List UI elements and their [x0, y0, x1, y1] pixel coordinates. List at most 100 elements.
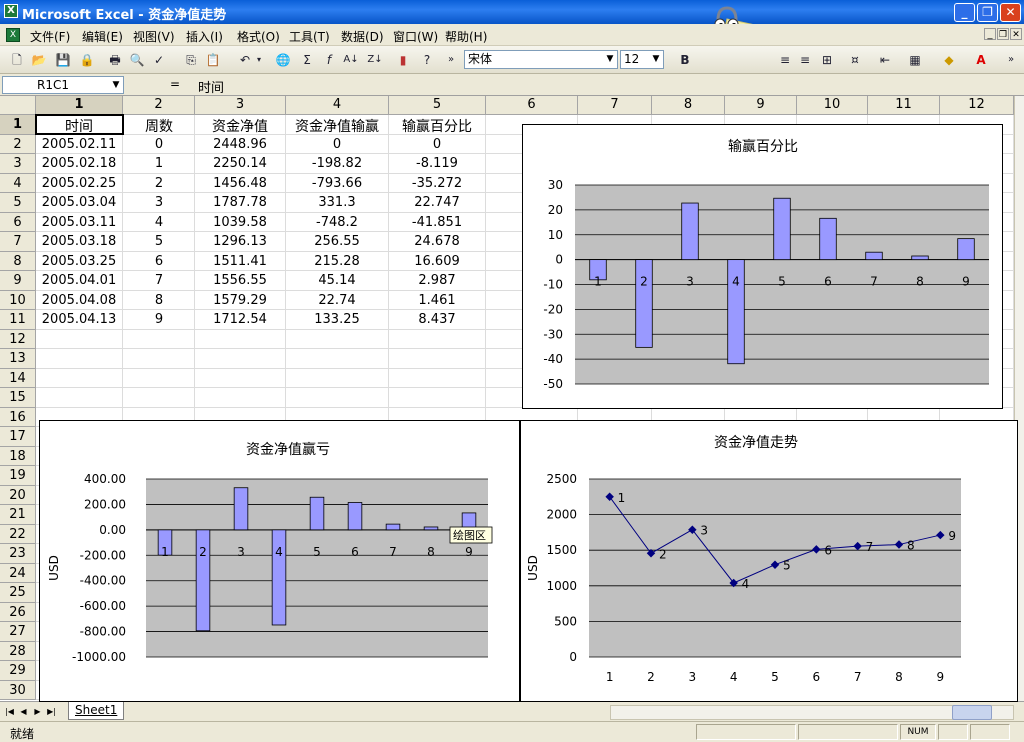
sort-descending-icon[interactable]: Z↓	[366, 51, 384, 69]
row-header[interactable]: 27	[0, 622, 36, 642]
menu-window[interactable]: 窗口(W)	[393, 28, 438, 45]
function-icon[interactable]: f	[320, 51, 338, 69]
row-header[interactable]: 28	[0, 641, 36, 661]
merge-center-icon[interactable]: ⊞	[818, 51, 836, 69]
menu-format[interactable]: 格式(O)	[237, 28, 280, 45]
minimize-button[interactable]: _	[954, 3, 975, 22]
workbook-close-button[interactable]: ✕	[1010, 28, 1022, 40]
row-header[interactable]: 20	[0, 485, 36, 505]
bar[interactable]	[865, 251, 883, 261]
fill-color-icon[interactable]: ◆	[940, 51, 958, 69]
print-preview-icon[interactable]: 🔍	[128, 51, 146, 69]
row-header[interactable]: 12	[0, 329, 36, 349]
column-header[interactable]: 3	[195, 96, 286, 115]
autosum-icon[interactable]: Σ	[298, 51, 316, 69]
menu-tools[interactable]: 工具(T)	[289, 28, 330, 45]
copy-icon[interactable]: ⎘	[182, 51, 200, 69]
data-cell[interactable]: -8.119	[377, 156, 497, 171]
column-header[interactable]: 12	[940, 96, 1014, 115]
column-header[interactable]: 8	[652, 96, 725, 115]
sort-ascending-icon[interactable]: A↓	[342, 51, 360, 69]
prev-sheet-icon[interactable]: ◀	[18, 705, 29, 719]
row-header[interactable]: 14	[0, 368, 36, 388]
data-cell[interactable]: 0	[377, 137, 497, 152]
horizontal-scroll-thumb[interactable]	[952, 705, 992, 720]
undo-dropdown-icon[interactable]: ▾	[254, 51, 264, 69]
excel-app-icon[interactable]: X	[4, 4, 18, 18]
row-header[interactable]: 17	[0, 427, 36, 447]
column-header[interactable]: 4	[286, 96, 389, 115]
column-header[interactable]: 9	[725, 96, 797, 115]
menu-insert[interactable]: 插入(I)	[186, 28, 223, 45]
row-header[interactable]: 19	[0, 466, 36, 486]
new-icon[interactable]: 🗋	[8, 51, 26, 69]
column-header[interactable]: 5	[389, 96, 486, 115]
select-all-corner[interactable]	[0, 96, 36, 115]
bar[interactable]	[773, 197, 791, 261]
menu-edit[interactable]: 编辑(E)	[82, 28, 123, 45]
chart-title[interactable]: 资金净值赢亏	[246, 441, 330, 458]
menu-help[interactable]: 帮助(H)	[445, 28, 487, 45]
chart-net-value-trend[interactable]: 资金净值走势 2500 2000 1500 1000 500 0 USD 1 1 2 2 3 3 4 4 5 5 6…	[520, 420, 1018, 702]
toolbar-options-icon-2[interactable]: »	[1002, 51, 1020, 69]
name-box[interactable]: R1C1 ▼	[2, 76, 124, 94]
menu-file[interactable]: 文件(F)	[30, 28, 70, 45]
borders-icon[interactable]: ▦	[906, 51, 924, 69]
row-header[interactable]: 13	[0, 349, 36, 369]
data-cell[interactable]: 22.747	[377, 195, 497, 210]
align-right-icon[interactable]: ≡	[796, 51, 814, 69]
data-cell[interactable]: 1.461	[377, 293, 497, 308]
column-header[interactable]: 7	[578, 96, 652, 115]
workbook-restore-button[interactable]: ❐	[997, 28, 1009, 40]
data-cell[interactable]: 8.437	[377, 312, 497, 327]
workbook-icon[interactable]: X	[6, 28, 20, 42]
bold-icon[interactable]: B	[676, 51, 694, 69]
row-header[interactable]: 26	[0, 602, 36, 622]
row-header[interactable]: 24	[0, 563, 36, 583]
row-header[interactable]: 18	[0, 446, 36, 466]
column-header[interactable]: 11	[868, 96, 940, 115]
column-header[interactable]: 2	[123, 96, 195, 115]
chart-wizard-icon[interactable]: ▮	[394, 51, 412, 69]
restore-button[interactable]: ❐	[977, 3, 998, 22]
row-header[interactable]: 21	[0, 505, 36, 525]
next-sheet-icon[interactable]: ▶	[32, 705, 43, 719]
data-cell[interactable]: -41.851	[377, 215, 497, 230]
data-cell[interactable]: 16.609	[377, 254, 497, 269]
column-header[interactable]: 1	[36, 96, 123, 115]
hyperlink-icon[interactable]: 🌐	[274, 51, 292, 69]
bar[interactable]	[635, 259, 653, 348]
spelling-icon[interactable]: ✓	[150, 51, 168, 69]
bar[interactable]	[819, 217, 837, 261]
workbook-minimize-button[interactable]: _	[984, 28, 996, 40]
formula-equals[interactable]: =	[170, 77, 180, 91]
row-header[interactable]: 16	[0, 407, 36, 427]
bar[interactable]	[385, 523, 401, 531]
align-center-icon[interactable]: ≡	[776, 51, 794, 69]
toolbar-options-icon[interactable]: »	[442, 51, 460, 69]
chart-title[interactable]: 输赢百分比	[728, 138, 798, 155]
open-icon[interactable]: 📂	[30, 51, 48, 69]
row-header[interactable]: 15	[0, 388, 36, 408]
formula-input[interactable]: 时间	[198, 77, 224, 96]
close-button[interactable]: ✕	[1000, 3, 1021, 22]
first-sheet-icon[interactable]: |◀	[4, 705, 15, 719]
last-sheet-icon[interactable]: ▶|	[46, 705, 57, 719]
font-size-select[interactable]: 12 ▼	[620, 50, 664, 69]
print-icon[interactable]: 🖶	[106, 51, 124, 69]
bar[interactable]	[423, 526, 439, 531]
data-cell[interactable]: 24.678	[377, 234, 497, 249]
data-cell[interactable]: -35.272	[377, 176, 497, 191]
sheet-tab-sheet1[interactable]: Sheet1	[68, 702, 125, 720]
bar[interactable]	[233, 487, 249, 531]
permission-icon[interactable]: 🔒	[78, 51, 96, 69]
font-color-icon[interactable]: A	[972, 51, 990, 69]
bar[interactable]	[347, 502, 363, 531]
row-header[interactable]: 30	[0, 680, 36, 700]
font-name-select[interactable]: 宋体 ▼	[464, 50, 618, 69]
menu-view[interactable]: 视图(V)	[133, 28, 175, 45]
data-cell[interactable]: 2.987	[377, 273, 497, 288]
row-header[interactable]: 22	[0, 524, 36, 544]
row-header[interactable]: 25	[0, 583, 36, 603]
chevron-down-icon[interactable]: ▼	[603, 51, 617, 68]
